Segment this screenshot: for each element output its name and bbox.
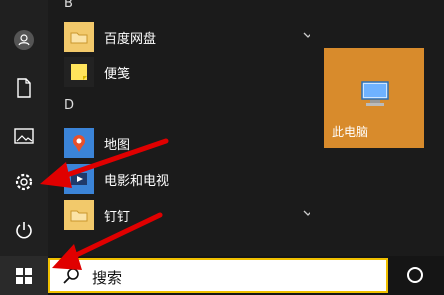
- app-list: B 百度网盘 便笺 D 地图 电影和电视 钉钉: [48, 0, 313, 256]
- app-label: 地图: [104, 137, 131, 153]
- folder-icon: [64, 22, 94, 52]
- app-label: 便笺: [104, 66, 131, 82]
- app-label: 百度网盘: [104, 31, 157, 47]
- settings-icon: [15, 173, 33, 191]
- start-button[interactable]: [0, 256, 48, 295]
- tile-label: 此电脑: [332, 125, 369, 139]
- this-pc-tile[interactable]: 此电脑: [324, 48, 424, 148]
- power-icon: [16, 222, 32, 239]
- start-left-rail: [0, 0, 48, 256]
- folder-icon: [64, 200, 94, 230]
- power-button[interactable]: [4, 210, 44, 250]
- search-icon: [63, 268, 79, 284]
- maps-icon: [64, 128, 94, 158]
- app-label: 电影和电视: [104, 173, 170, 189]
- cortana-icon[interactable]: [404, 264, 426, 286]
- user-account-button[interactable]: [4, 20, 44, 60]
- movies-tv-icon: [64, 164, 94, 194]
- app-label: 钉钉: [104, 209, 131, 225]
- settings-button[interactable]: [4, 162, 44, 202]
- user-icon: [14, 30, 34, 50]
- windows-logo-icon: [16, 267, 32, 284]
- pictures-icon: [14, 128, 34, 144]
- sticky-notes-icon: [64, 57, 94, 87]
- taskbar: 搜索: [0, 256, 444, 295]
- search-box[interactable]: 搜索: [48, 258, 388, 293]
- section-header-d[interactable]: D: [64, 98, 74, 113]
- search-placeholder: 搜索: [92, 269, 123, 287]
- this-pc-icon: [361, 81, 389, 106]
- section-header-b[interactable]: B: [64, 0, 73, 11]
- pictures-button[interactable]: [4, 116, 44, 156]
- documents-button[interactable]: [4, 68, 44, 108]
- pinned-tiles: 此电脑: [310, 0, 444, 256]
- document-icon: [17, 78, 31, 98]
